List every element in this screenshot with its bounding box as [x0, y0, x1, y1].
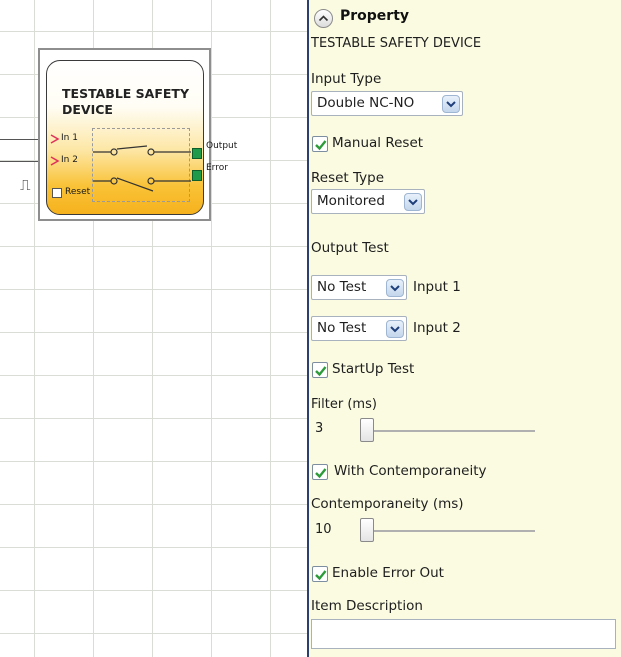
output-test-label: Output Test: [311, 240, 389, 256]
in1-pin-icon[interactable]: [50, 134, 60, 144]
block-title: TESTABLE SAFETY DEVICE: [62, 86, 190, 117]
reset-type-select[interactable]: Monitored: [311, 189, 425, 214]
in2-label: In 2: [61, 155, 78, 165]
pulse-icon: ⎍: [20, 176, 31, 194]
input-type-label: Input Type: [311, 71, 382, 87]
filter-slider-track[interactable]: [362, 430, 535, 432]
switch-area: [92, 128, 191, 202]
startup-test-label[interactable]: StartUp Test: [332, 361, 414, 377]
output-test-input1-value: No Test: [317, 279, 367, 295]
filter-value: 3: [315, 421, 324, 436]
dropdown-chevron-icon[interactable]: [386, 320, 404, 338]
dropdown-chevron-icon[interactable]: [386, 279, 404, 297]
startup-test-checkbox[interactable]: [312, 362, 328, 378]
output-label: Output: [206, 141, 238, 151]
filter-label: Filter (ms): [311, 397, 377, 412]
output-test-input1-select[interactable]: No Test: [311, 275, 407, 300]
contemporaneity-slider-thumb[interactable]: [360, 518, 374, 542]
enable-error-out-label[interactable]: Enable Error Out: [332, 565, 444, 581]
contemporaneity-slider-track[interactable]: [362, 530, 535, 532]
collapse-chevron-icon: [318, 15, 329, 22]
output-test-input2-select[interactable]: No Test: [311, 316, 407, 341]
input-type-select[interactable]: Double NC-NO: [311, 91, 463, 116]
input-type-value: Double NC-NO: [317, 95, 415, 111]
block-type-name: TESTABLE SAFETY DEVICE: [311, 36, 482, 51]
reset-type-label: Reset Type: [311, 170, 385, 186]
in2-pin-icon[interactable]: [50, 156, 60, 166]
with-contemporaneity-checkbox[interactable]: [312, 464, 328, 480]
manual-reset-label[interactable]: Manual Reset: [332, 135, 423, 151]
item-description-label: Item Description: [311, 598, 423, 614]
checkmark-icon: [315, 366, 327, 377]
with-contemporaneity-label[interactable]: With Contemporaneity: [334, 463, 486, 479]
in1-label: In 1: [61, 133, 78, 143]
output-test-input1-label: Input 1: [413, 279, 461, 295]
dropdown-chevron-icon[interactable]: [404, 193, 422, 211]
checkmark-icon: [315, 570, 327, 581]
output-pin[interactable]: [192, 148, 202, 159]
collapse-button[interactable]: [314, 9, 333, 28]
contemporaneity-label: Contemporaneity (ms): [311, 496, 464, 512]
contemporaneity-value: 10: [315, 522, 332, 537]
reset-pin[interactable]: [52, 188, 62, 198]
error-pin[interactable]: [192, 170, 202, 181]
manual-reset-checkbox[interactable]: [312, 136, 328, 152]
reset-label: Reset: [65, 187, 91, 197]
dropdown-chevron-icon[interactable]: [442, 95, 460, 113]
switch-diagram: [93, 145, 191, 192]
panel-title: Property: [340, 8, 410, 24]
item-description-input[interactable]: [311, 619, 616, 649]
output-test-input2-label: Input 2: [413, 320, 461, 336]
checkmark-icon: [315, 468, 327, 479]
enable-error-out-checkbox[interactable]: [312, 566, 328, 582]
error-label: Error: [206, 163, 228, 173]
checkmark-icon: [315, 140, 327, 151]
filter-slider-thumb[interactable]: [360, 418, 374, 442]
reset-type-value: Monitored: [317, 193, 385, 209]
output-test-input2-value: No Test: [317, 320, 367, 336]
